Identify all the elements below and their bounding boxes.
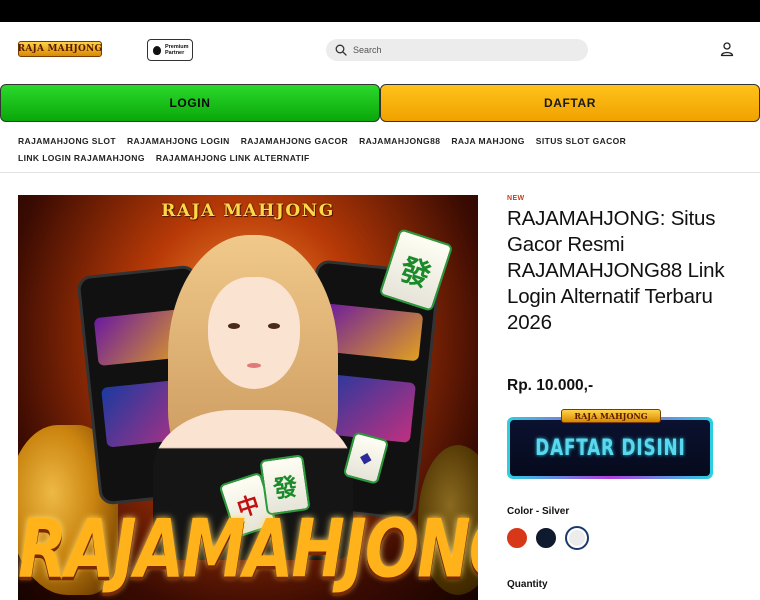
premium-partner-badge: Premium Partner bbox=[147, 39, 193, 61]
search-bar[interactable] bbox=[326, 39, 588, 61]
nav-link-rajamahjong-slot[interactable]: RAJAMAHJONG SLOT bbox=[18, 136, 116, 147]
apple-icon bbox=[153, 45, 161, 55]
cta-label: DAFTAR DISINI bbox=[534, 435, 686, 461]
color-swatch-red[interactable] bbox=[507, 528, 527, 548]
daftar-disini-banner-button[interactable]: RAJA MAHJONG DAFTAR DISINI bbox=[507, 407, 715, 481]
nav-link-link-alternatif[interactable]: RAJAMAHJONG LINK ALTERNATIF bbox=[156, 153, 310, 164]
site-header: RAJA MAHJONG Premium Partner bbox=[0, 22, 760, 80]
account-icon[interactable] bbox=[719, 41, 735, 57]
color-swatch-group bbox=[507, 526, 589, 550]
nav-link-link-login[interactable]: LINK LOGIN RAJAMAHJONG bbox=[18, 153, 145, 164]
nav-link-rajamahjong-login[interactable]: RAJAMAHJONG LOGIN bbox=[127, 136, 230, 147]
hero-brand-title: RAJA MAHJONG bbox=[161, 201, 335, 221]
model-lips bbox=[247, 363, 261, 368]
nav-link-situs-slot-gacor[interactable]: SITUS SLOT GACOR bbox=[536, 136, 626, 147]
model-face bbox=[208, 277, 300, 389]
cta-inner: DAFTAR DISINI bbox=[510, 420, 710, 476]
color-swatch-silver-selected[interactable] bbox=[565, 526, 589, 550]
new-badge: NEW bbox=[507, 195, 525, 202]
register-button[interactable]: DAFTAR bbox=[380, 84, 760, 122]
partner-badge-text: Premium Partner bbox=[165, 44, 189, 56]
header-divider bbox=[0, 172, 760, 173]
model-eye bbox=[228, 323, 240, 329]
partner-badge-line2: Partner bbox=[165, 50, 185, 56]
model-eye bbox=[268, 323, 280, 329]
login-button[interactable]: LOGIN bbox=[0, 84, 380, 122]
cta-frame: DAFTAR DISINI bbox=[507, 417, 713, 479]
site-logo-text: RAJA MAHJONG bbox=[17, 44, 103, 54]
nav-link-rajamahjong88[interactable]: RAJAMAHJONG88 bbox=[359, 136, 440, 147]
top-announcement-bar bbox=[0, 0, 760, 22]
nav-link-raja-mahjong[interactable]: RAJA MAHJONG bbox=[451, 136, 524, 147]
color-swatch-navy[interactable] bbox=[536, 528, 556, 548]
quantity-label: Quantity bbox=[507, 579, 548, 590]
hero-big-title: RAJAMAHJONG bbox=[18, 503, 478, 597]
auth-button-row: LOGIN DAFTAR bbox=[0, 84, 760, 122]
product-hero-image[interactable]: 發 ⬥ 中 發 RAJA MAHJONG RAJAMAHJONG bbox=[18, 195, 478, 600]
site-logo[interactable]: RAJA MAHJONG bbox=[18, 41, 102, 57]
cta-logo: RAJA MAHJONG bbox=[561, 409, 661, 423]
main-navigation: RAJAMAHJONG SLOT RAJAMAHJONG LOGIN RAJAM… bbox=[18, 136, 748, 164]
product-price: Rp. 10.000,- bbox=[507, 377, 594, 394]
product-title: RAJAMAHJONG: Situs Gacor Resmi RAJAMAHJO… bbox=[507, 207, 725, 334]
color-option-label: Color - Silver bbox=[507, 506, 570, 517]
search-icon bbox=[335, 44, 347, 56]
search-input[interactable] bbox=[353, 45, 573, 55]
nav-link-rajamahjong-gacor[interactable]: RAJAMAHJONG GACOR bbox=[241, 136, 348, 147]
